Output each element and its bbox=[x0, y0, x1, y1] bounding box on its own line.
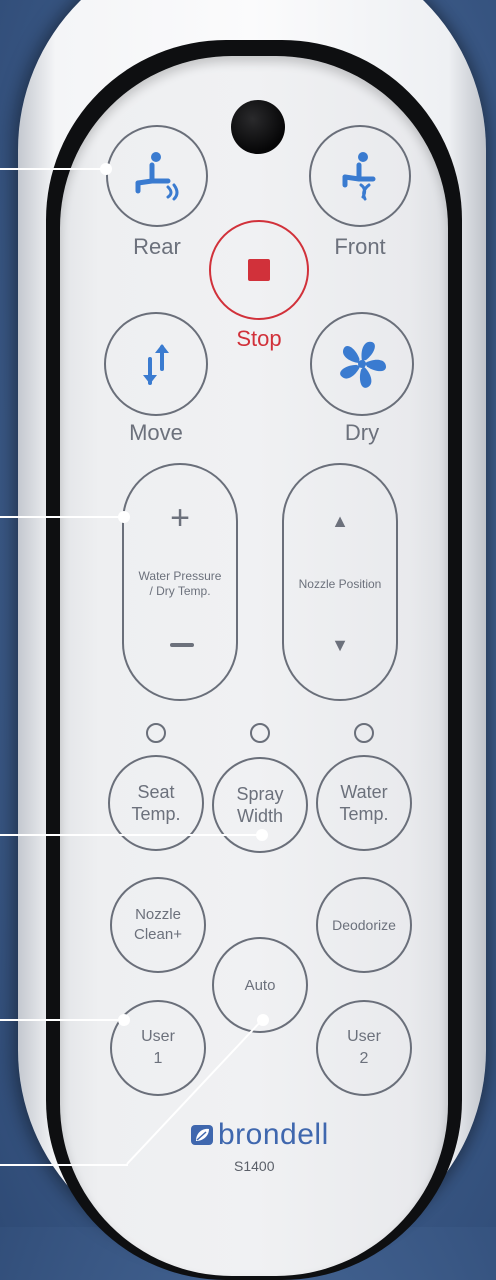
callout-dot-auto bbox=[257, 1014, 269, 1026]
callout-diagonal-auto bbox=[126, 1018, 264, 1165]
